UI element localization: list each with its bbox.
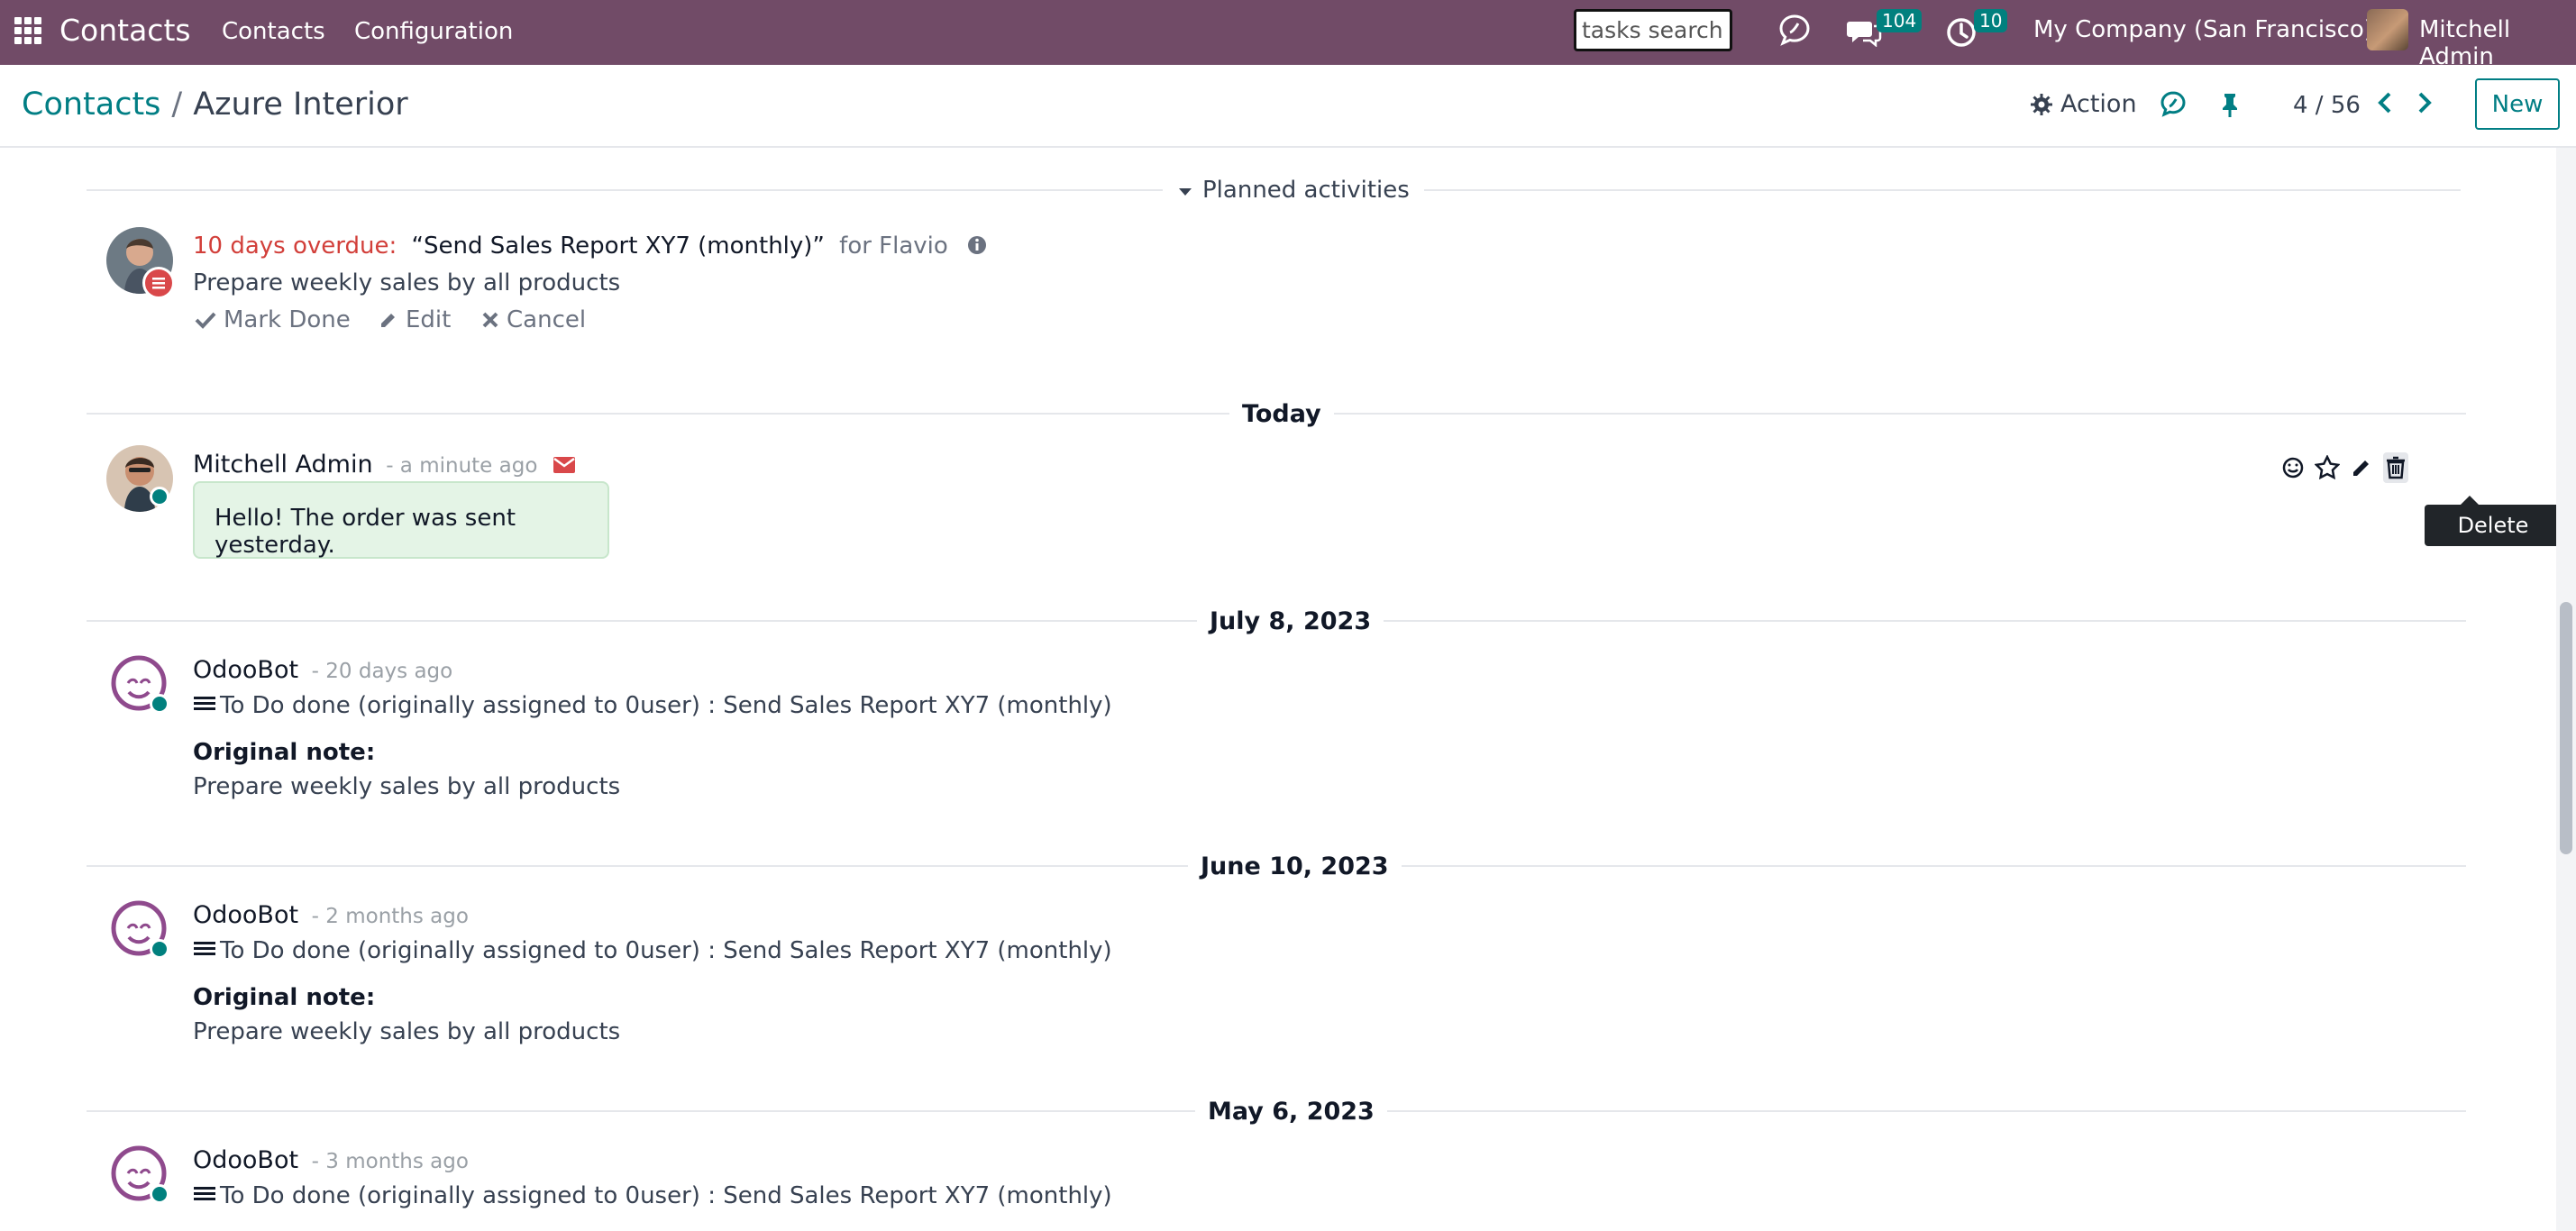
- date-today: Today: [1229, 400, 1334, 428]
- date-july-8: July 8, 2023: [1197, 607, 1384, 635]
- app-brand[interactable]: Contacts: [59, 13, 191, 48]
- menu-contacts[interactable]: Contacts: [222, 18, 325, 45]
- todo-activity-icon: [142, 267, 175, 299]
- apps-icon[interactable]: [14, 17, 41, 44]
- user-avatar[interactable]: [2367, 9, 2408, 50]
- pager-value[interactable]: 4 / 56: [2293, 92, 2361, 119]
- breadcrumb: Contacts / Azure Interior: [22, 87, 408, 123]
- online-status-dot: [150, 487, 169, 506]
- breadcrumb-current: Azure Interior: [193, 87, 408, 123]
- planned-activities-toggle[interactable]: Planned activities: [1163, 177, 1424, 204]
- chevron-right-icon[interactable]: [2416, 90, 2434, 115]
- message-bubble: Hello! The order was sent yesterday.: [193, 481, 609, 559]
- message-text: To Do done (originally assigned to 0user…: [220, 937, 1112, 964]
- action-label: Action: [2060, 90, 2137, 118]
- message-body: To Do done (originally assigned to 0user…: [193, 692, 1112, 719]
- menu-configuration[interactable]: Configuration: [354, 18, 513, 45]
- bot-status-dot: [150, 1184, 169, 1204]
- cancel-label: Cancel: [507, 306, 587, 333]
- mark-done-button[interactable]: Mark Done: [195, 306, 351, 333]
- todo-icon: [194, 697, 215, 710]
- trash-icon[interactable]: [2383, 452, 2408, 483]
- planned-activity-header: 10 days overdue: “Send Sales Report XY7 …: [193, 233, 988, 260]
- smile-icon[interactable]: [2280, 452, 2306, 483]
- action-button[interactable]: Action: [2030, 90, 2137, 118]
- breadcrumb-contacts[interactable]: Contacts: [22, 87, 160, 123]
- top-navbar: Contacts Contacts Configuration tasks se…: [0, 0, 2576, 70]
- todo-icon: [194, 1187, 215, 1200]
- edit-activity-button[interactable]: Edit: [379, 306, 451, 333]
- message-time: - a minute ago: [386, 454, 538, 478]
- message-actions: [2280, 447, 2416, 488]
- message-body: To Do done (originally assigned to 0user…: [193, 937, 1112, 964]
- message-body: To Do done (originally assigned to 0user…: [193, 1182, 1112, 1209]
- chatter: Planned activities 10 days overdue: “Sen…: [0, 148, 2576, 1231]
- clock-icon[interactable]: [1945, 16, 1978, 52]
- activity-assignee: for Flavio: [839, 233, 948, 260]
- pencil-icon: [381, 314, 395, 327]
- mark-done-label: Mark Done: [224, 306, 351, 333]
- original-note-text: Prepare weekly sales by all products: [193, 1018, 621, 1045]
- message-author[interactable]: OdooBot - 3 months ago: [193, 1146, 469, 1174]
- author-name[interactable]: OdooBot: [193, 1146, 298, 1174]
- tasks-search-input[interactable]: tasks search: [1574, 9, 1732, 51]
- message-author[interactable]: Mitchell Admin - a minute ago: [193, 451, 576, 479]
- original-note-text: Prepare weekly sales by all products: [193, 773, 621, 800]
- original-note-label: Original note:: [193, 739, 376, 766]
- user-menu[interactable]: Mitchell Admin: [2419, 16, 2576, 70]
- breadcrumb-separator: /: [171, 87, 183, 123]
- todo-icon: [194, 942, 215, 955]
- date-may-6: May 6, 2023: [1195, 1098, 1387, 1126]
- messages-badge: 104: [1877, 9, 1923, 32]
- author-name[interactable]: OdooBot: [193, 901, 298, 929]
- original-note-label: Original note:: [193, 984, 376, 1011]
- info-icon[interactable]: [966, 234, 988, 256]
- message-time: - 20 days ago: [311, 660, 453, 683]
- chevron-left-icon[interactable]: [2376, 90, 2394, 115]
- activity-note: Prepare weekly sales by all products: [193, 269, 621, 296]
- refresh-icon[interactable]: [2160, 90, 2187, 117]
- bot-status-dot: [150, 694, 169, 714]
- close-icon: [482, 312, 498, 328]
- planned-activities-title: Planned activities: [1202, 177, 1410, 204]
- star-icon[interactable]: [2315, 452, 2340, 483]
- pin-icon[interactable]: [2219, 92, 2241, 117]
- message-author[interactable]: OdooBot - 2 months ago: [193, 901, 469, 929]
- message-time: - 3 months ago: [311, 1150, 469, 1173]
- cancel-activity-button[interactable]: Cancel: [481, 306, 586, 333]
- date-june-10: June 10, 2023: [1188, 853, 1402, 880]
- message-text: To Do done (originally assigned to 0user…: [220, 692, 1112, 719]
- discuss-icon[interactable]: [1777, 13, 1812, 50]
- message-time: - 2 months ago: [311, 905, 469, 928]
- control-panel: Contacts / Azure Interior Action 4 / 56 Ne…: [0, 65, 2576, 148]
- bot-status-dot: [150, 939, 169, 959]
- pencil-icon[interactable]: [2349, 452, 2374, 483]
- edit-label: Edit: [406, 306, 452, 333]
- activities-badge: 10: [1974, 9, 2008, 32]
- gear-icon: [2031, 93, 2052, 115]
- author-name[interactable]: OdooBot: [193, 656, 298, 684]
- company-switcher[interactable]: My Company (San Francisco): [2033, 16, 2373, 43]
- author-name[interactable]: Mitchell Admin: [193, 451, 373, 479]
- caret-down-icon: [1179, 188, 1192, 196]
- scrollbar-thumb[interactable]: [2560, 602, 2572, 854]
- new-button[interactable]: New: [2475, 78, 2560, 130]
- delete-tooltip: Delete: [2425, 496, 2562, 546]
- vertical-scrollbar[interactable]: [2556, 148, 2576, 1231]
- message-author[interactable]: OdooBot - 20 days ago: [193, 656, 452, 684]
- message-text: To Do done (originally assigned to 0user…: [220, 1182, 1112, 1209]
- envelope-icon: [553, 457, 575, 473]
- check-icon: [195, 312, 216, 329]
- activity-summary: “Send Sales Report XY7 (monthly)”: [411, 233, 825, 260]
- overdue-label: 10 days overdue:: [193, 233, 397, 260]
